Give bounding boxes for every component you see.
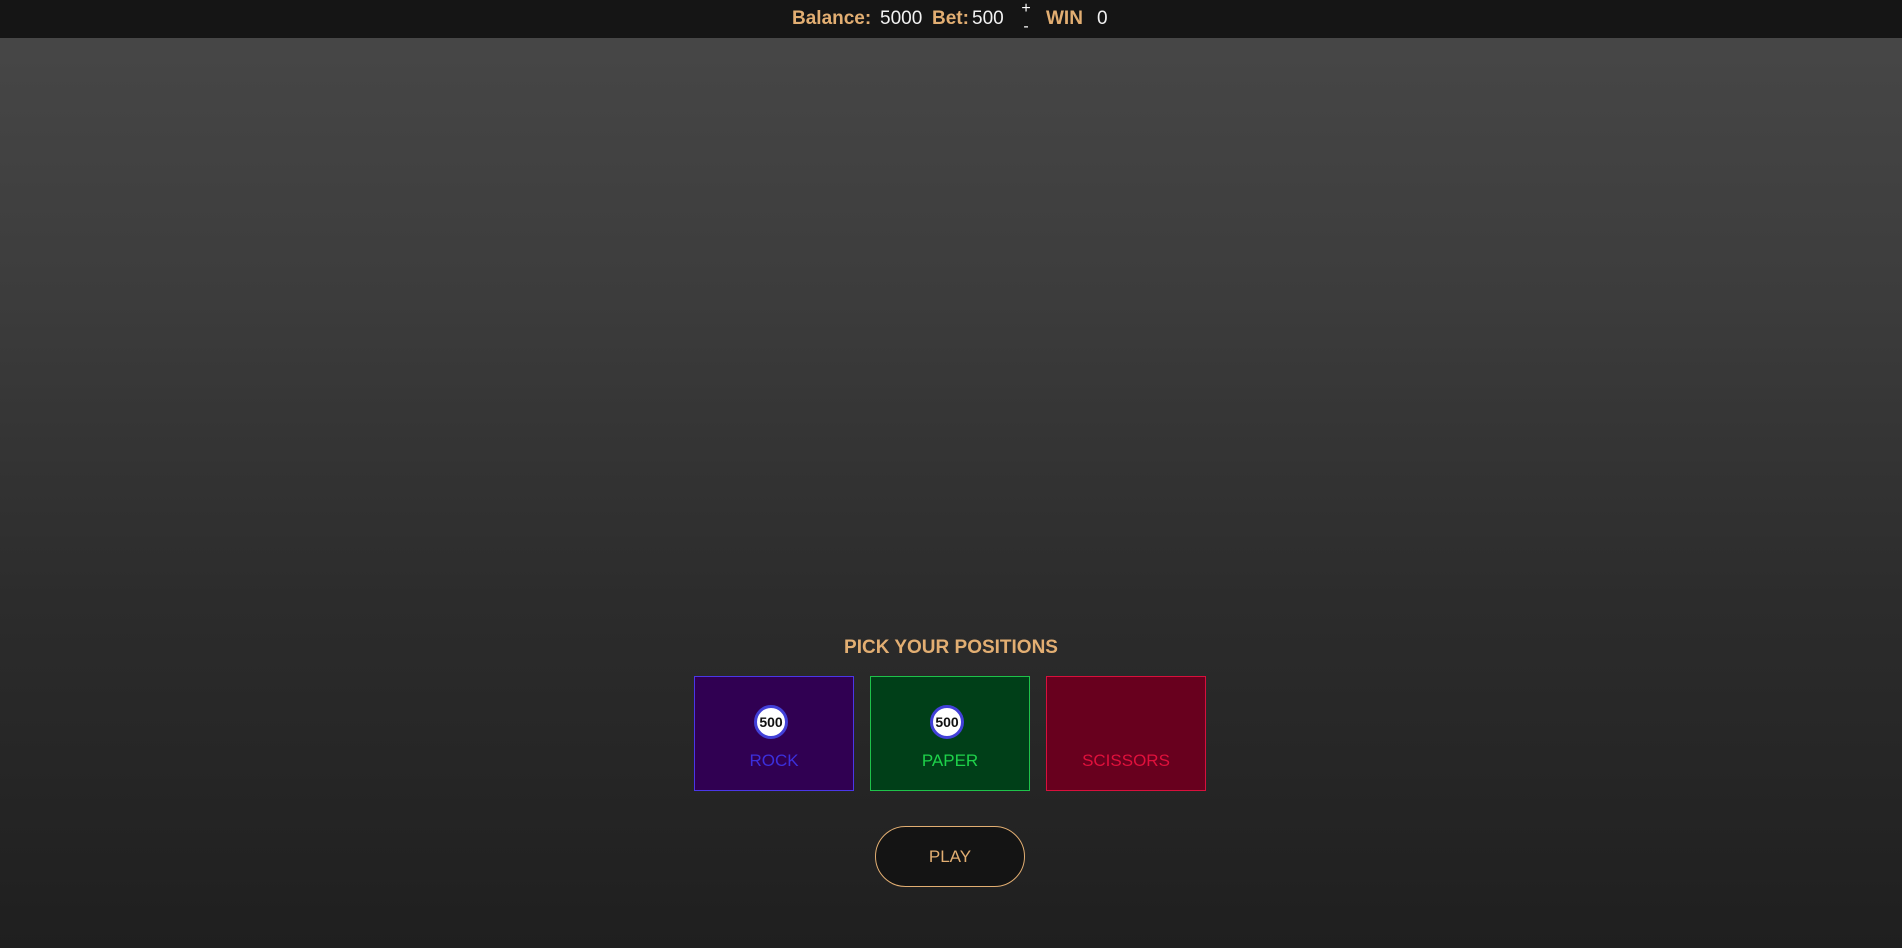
- position-paper[interactable]: 500 PAPER: [870, 676, 1030, 791]
- top-bar: Balance: 5000 Bet: 500 + - WIN 0: [0, 0, 1902, 38]
- bet-chip: 500: [754, 705, 788, 739]
- bet-label: Bet:: [932, 8, 969, 29]
- position-label: SCISSORS: [1082, 751, 1170, 770]
- play-button[interactable]: PLAY: [875, 826, 1025, 887]
- balance-value: 5000: [880, 8, 923, 29]
- bet-decrease-button[interactable]: -: [1018, 19, 1034, 35]
- balance-label: Balance:: [792, 8, 872, 29]
- position-rock[interactable]: 500 ROCK: [694, 676, 854, 791]
- win-value: 0: [1097, 8, 1108, 29]
- bet-increase-button[interactable]: +: [1018, 1, 1034, 17]
- pick-positions-title: PICK YOUR POSITIONS: [844, 637, 1058, 658]
- position-label: ROCK: [749, 751, 799, 770]
- position-label: PAPER: [921, 751, 979, 770]
- bet-chip: 500: [930, 705, 964, 739]
- bet-value: 500: [972, 8, 1004, 29]
- position-scissors[interactable]: SCISSORS: [1046, 676, 1206, 791]
- win-label: WIN: [1046, 8, 1083, 29]
